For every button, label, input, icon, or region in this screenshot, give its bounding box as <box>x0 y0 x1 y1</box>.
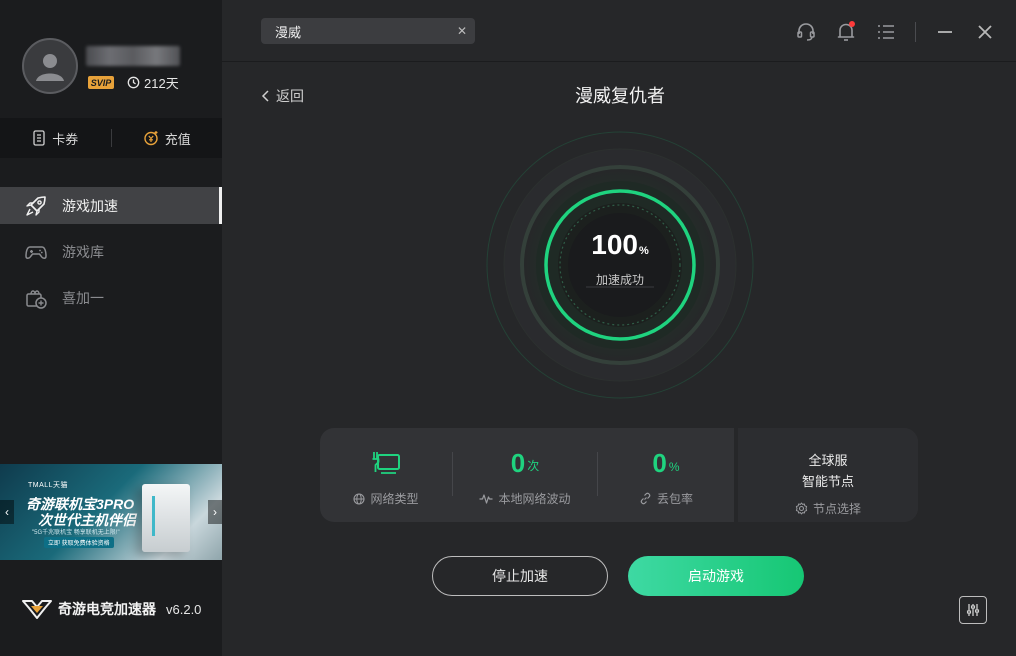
wallet-bar: 卡券 充值 <box>0 118 222 158</box>
app-version: v6.2.0 <box>166 601 202 617</box>
rocket-icon <box>26 195 46 216</box>
stat-fluctuation-value: 0 次 <box>511 428 539 478</box>
promo-banner[interactable]: TMALL天猫 奇游联机宝3PRO 次世代主机伴侣 "5G千兆联机宝 畅享联机无… <box>0 464 222 560</box>
sidebar: SVIP 212天 卡券 充值 游戏加速 游戏库 喜加一 TMALL天猫 奇游联… <box>0 0 222 656</box>
banner-subtitle: "5G千兆联机宝 畅享联机无上限!" <box>32 530 120 536</box>
globe-icon <box>353 492 366 505</box>
stop-boost-button[interactable]: 停止加速 <box>432 556 608 596</box>
node-region: 全球服 <box>808 453 848 468</box>
sidebar-item-game-library[interactable]: 游戏库 <box>0 233 222 270</box>
search-input[interactable] <box>275 23 451 39</box>
minimize-button[interactable] <box>934 21 956 43</box>
link-icon <box>640 492 651 505</box>
progress-value: 100 <box>591 228 638 260</box>
loss-unit: % <box>668 460 680 474</box>
launch-game-button[interactable]: 启动游戏 <box>628 556 804 596</box>
search-box[interactable]: ✕ <box>261 18 475 44</box>
coupon-icon <box>33 130 45 146</box>
window-controls <box>795 18 996 46</box>
banner-cta[interactable]: 立即 获取免费体验资格 <box>44 537 114 548</box>
chevron-right-icon: › <box>213 505 217 519</box>
notification-dot <box>849 21 855 27</box>
banner-tmall-logo: TMALL天猫 <box>28 482 69 489</box>
stat-network-type-value <box>371 428 401 478</box>
banner-next-button[interactable]: › <box>208 500 222 524</box>
node-select-button[interactable]: 全球服 智能节点 节点选择 <box>734 428 918 522</box>
toolbar-separator <box>915 22 916 42</box>
brand: 奇游电竞加速器 v6.2.0 <box>22 596 201 622</box>
node-mode: 智能节点 <box>801 474 854 489</box>
network-type-label: 网络类型 <box>370 492 419 506</box>
coupon-label: 卡券 <box>52 131 79 147</box>
network-stats-panel: 网络类型 0 次 本地网络波动 0 % 丢包率 全球服 智能节点 节点选择 <box>320 428 918 522</box>
node-select-label: 节点选择 <box>812 502 861 516</box>
minimize-icon <box>938 31 952 33</box>
chevron-left-icon <box>261 90 269 102</box>
fluctuation-number: 0 <box>510 448 526 478</box>
close-button[interactable] <box>974 21 996 43</box>
brand-name: 奇游电竞加速器 <box>58 601 156 617</box>
recharge-label: 充值 <box>164 131 191 147</box>
settings-button[interactable] <box>959 596 987 624</box>
fluctuation-label: 本地网络波动 <box>498 492 571 506</box>
sliders-icon <box>966 604 980 616</box>
fluctuation-unit: 次 <box>527 459 540 473</box>
sidebar-item-label: 游戏库 <box>62 243 104 260</box>
boost-progress-ring: 100% 加速成功 <box>486 131 754 399</box>
svip-badge: SVIP <box>88 76 114 89</box>
menu-button[interactable] <box>875 21 897 43</box>
avatar[interactable] <box>22 38 78 94</box>
stat-packet-loss: 0 % 丢包率 <box>598 428 734 522</box>
vip-days: 212天 <box>127 73 179 91</box>
topbar: ✕ <box>222 0 1016 62</box>
progress-readout: 100% 加速成功 <box>486 131 754 399</box>
list-menu-icon <box>878 25 894 39</box>
gear-icon <box>795 502 808 515</box>
stat-loss-value: 0 % <box>652 428 679 478</box>
loss-label: 丢包率 <box>656 492 693 506</box>
coupon-button[interactable]: 卡券 <box>0 118 111 158</box>
gamepad-icon <box>25 245 47 259</box>
banner-device-image <box>142 484 190 552</box>
stat-label: 网络类型 <box>353 490 419 507</box>
vip-days-text: 212天 <box>144 75 179 91</box>
loss-number: 0 <box>652 448 667 478</box>
stat-label: 本地网络波动 <box>479 490 571 507</box>
notifications-button[interactable] <box>835 21 857 43</box>
stat-network-type: 网络类型 <box>320 428 452 522</box>
gift-plus-icon <box>26 289 47 309</box>
sidebar-nav: 游戏加速 游戏库 喜加一 <box>0 187 222 325</box>
sidebar-item-label: 喜加一 <box>62 289 104 306</box>
pulse-icon <box>479 493 493 504</box>
chevron-left-icon: ‹ <box>5 505 9 519</box>
close-icon <box>978 25 992 39</box>
progress-status: 加速成功 <box>595 272 644 287</box>
coin-icon <box>144 131 158 146</box>
clear-search-icon[interactable]: ✕ <box>457 24 467 38</box>
username-redacted <box>86 46 180 66</box>
qiyou-logo-icon <box>22 600 52 619</box>
progress-unit: % <box>638 244 649 257</box>
stat-label: 丢包率 <box>639 490 693 507</box>
progress-percent: 100% <box>591 228 649 260</box>
back-button[interactable]: 返回 <box>260 86 304 106</box>
banner-prev-button[interactable]: ‹ <box>0 500 14 524</box>
page-title: 漫威复仇者 <box>575 86 665 106</box>
sidebar-item-label: 游戏加速 <box>62 197 118 214</box>
recharge-button[interactable]: 充值 <box>112 118 223 158</box>
headset-icon <box>797 23 815 41</box>
ethernet-monitor-icon <box>372 452 400 474</box>
stat-label: 节点选择 <box>795 500 861 517</box>
sidebar-item-game-boost[interactable]: 游戏加速 <box>0 187 222 224</box>
profile: SVIP 212天 <box>0 0 222 118</box>
back-label: 返回 <box>276 88 304 104</box>
sidebar-item-free-games[interactable]: 喜加一 <box>0 279 222 316</box>
user-icon <box>36 54 64 81</box>
support-button[interactable] <box>795 21 817 43</box>
clock-icon <box>127 76 140 88</box>
stat-local-fluctuation: 0 次 本地网络波动 <box>453 428 597 522</box>
